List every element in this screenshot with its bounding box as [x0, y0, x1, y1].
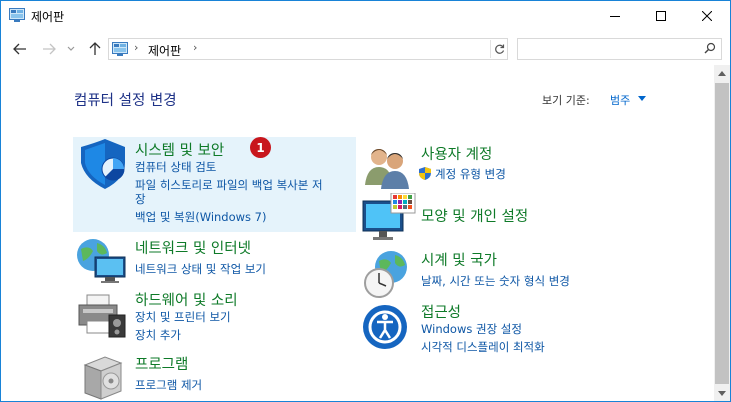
- category-hardware[interactable]: 하드웨어 및 소리 장치 및 프린터 보기 장치 추가: [73, 289, 356, 345]
- breadcrumb-separator-icon[interactable]: ›: [134, 41, 138, 54]
- close-button[interactable]: [684, 1, 730, 31]
- page-title: 컴퓨터 설정 변경: [74, 93, 177, 109]
- dropdown-arrow-icon[interactable]: [638, 96, 646, 101]
- link-uninstall-program[interactable]: 프로그램 제거: [135, 377, 202, 393]
- breadcrumb-separator-icon[interactable]: ›: [193, 41, 197, 54]
- category-system-security[interactable]: 시스템 및 보안 컴퓨터 상태 검토 파일 히스토리로 파일의 백업 복사본 저…: [73, 137, 356, 232]
- link-optimize-display[interactable]: 시각적 디스플레이 최적화: [421, 339, 545, 355]
- link-backup-restore[interactable]: 백업 및 복원(Windows 7): [135, 209, 267, 225]
- link-recommended-settings[interactable]: Windows 권장 설정: [421, 321, 522, 337]
- category-network[interactable]: 네트워크 및 인터넷 네트워크 상태 및 작업 보기: [73, 237, 356, 287]
- view-by-label: 보기 기준:: [542, 94, 590, 107]
- clock-globe-icon: [364, 251, 407, 298]
- search-input[interactable]: [517, 38, 722, 60]
- minimize-icon: [610, 16, 620, 17]
- link-devices-printers[interactable]: 장치 및 프린터 보기: [135, 309, 231, 325]
- chevron-down-icon: [67, 46, 75, 51]
- refresh-button[interactable]: [490, 40, 508, 58]
- control-panel-app-icon: [9, 8, 25, 22]
- refresh-icon: [495, 44, 505, 54]
- maximize-icon: [656, 11, 666, 21]
- arrow-right-icon: [43, 43, 56, 55]
- link-change-date-time-format[interactable]: 날짜, 시간 또는 숫자 형식 변경: [421, 273, 570, 289]
- users-icon: [365, 149, 409, 189]
- view-by-dropdown[interactable]: 범주: [610, 92, 630, 108]
- ease-of-access-icon: [363, 305, 407, 349]
- close-icon: [702, 11, 712, 21]
- category-title[interactable]: 모양 및 개인 설정: [421, 205, 528, 226]
- category-title[interactable]: 시스템 및 보안: [135, 139, 224, 160]
- category-programs[interactable]: 프로그램 프로그램 제거: [73, 351, 356, 400]
- step-badge: 1: [250, 137, 271, 158]
- category-user-accounts[interactable]: 사용자 계정 계정 유형 변경: [359, 141, 659, 189]
- search-icon: [704, 42, 716, 54]
- maximize-button[interactable]: [638, 1, 684, 31]
- breadcrumb-control-panel[interactable]: 제어판: [148, 42, 181, 59]
- category-title[interactable]: 시계 및 국가: [421, 249, 497, 270]
- window-title: 제어판: [31, 10, 65, 24]
- content-area: 컴퓨터 설정 변경 보기 기준: 범주 시스템 및 보안 컴퓨터 상태 검토 파…: [1, 65, 714, 401]
- recent-locations-button[interactable]: [63, 39, 79, 59]
- category-title[interactable]: 접근성: [421, 301, 461, 322]
- category-title[interactable]: 프로그램: [135, 353, 188, 374]
- minimize-button[interactable]: [592, 1, 638, 31]
- scroll-up-button[interactable]: [714, 65, 730, 81]
- link-file-history[interactable]: 파일 히스토리로 파일의 백업 복사본 저: [135, 177, 323, 193]
- link-network-status[interactable]: 네트워크 상태 및 작업 보기: [135, 261, 266, 277]
- link-change-account-type[interactable]: 계정 유형 변경: [435, 166, 506, 182]
- program-box-icon: [83, 356, 123, 400]
- monitor-palette-icon: [362, 193, 416, 240]
- category-appearance[interactable]: 모양 및 개인 설정: [359, 193, 659, 245]
- category-title[interactable]: 하드웨어 및 소리: [135, 289, 238, 310]
- printer-speaker-icon: [78, 294, 126, 338]
- scroll-down-button[interactable]: [714, 385, 730, 401]
- up-button[interactable]: [85, 39, 105, 59]
- address-row: › 제어판 ›: [1, 33, 730, 65]
- back-button[interactable]: [9, 39, 31, 59]
- category-title[interactable]: 네트워크 및 인터넷: [135, 237, 251, 258]
- link-file-history-wrap[interactable]: 장: [135, 191, 146, 207]
- link-add-device[interactable]: 장치 추가: [135, 327, 181, 343]
- arrow-up-icon: [89, 42, 101, 55]
- link-review-computer-status[interactable]: 컴퓨터 상태 검토: [135, 159, 216, 175]
- arrow-left-icon: [13, 43, 26, 55]
- category-clock-region[interactable]: 시계 및 국가 날짜, 시간 또는 숫자 형식 변경: [359, 249, 659, 301]
- vertical-scrollbar[interactable]: [714, 65, 730, 401]
- category-ease-of-access[interactable]: 접근성 Windows 권장 설정 시각적 디스플레이 최적화: [359, 301, 659, 357]
- uac-shield-icon: [419, 167, 431, 180]
- category-title[interactable]: 사용자 계정: [421, 143, 492, 164]
- forward-button[interactable]: [38, 39, 60, 59]
- title-bar[interactable]: 제어판: [1, 1, 730, 31]
- network-globe-icon: [77, 239, 126, 283]
- control-panel-window: 제어판 › 제어판 › 컴퓨터 설정 변경 보기 기준: 범주 시스템 및 보안…: [0, 0, 731, 402]
- shield-icon: [81, 139, 125, 189]
- chevron-up-icon: [718, 70, 726, 76]
- control-panel-address-icon: [112, 42, 128, 56]
- address-bar[interactable]: › 제어판 ›: [108, 38, 508, 60]
- scroll-thumb[interactable]: [715, 83, 729, 384]
- chevron-down-icon: [718, 390, 726, 396]
